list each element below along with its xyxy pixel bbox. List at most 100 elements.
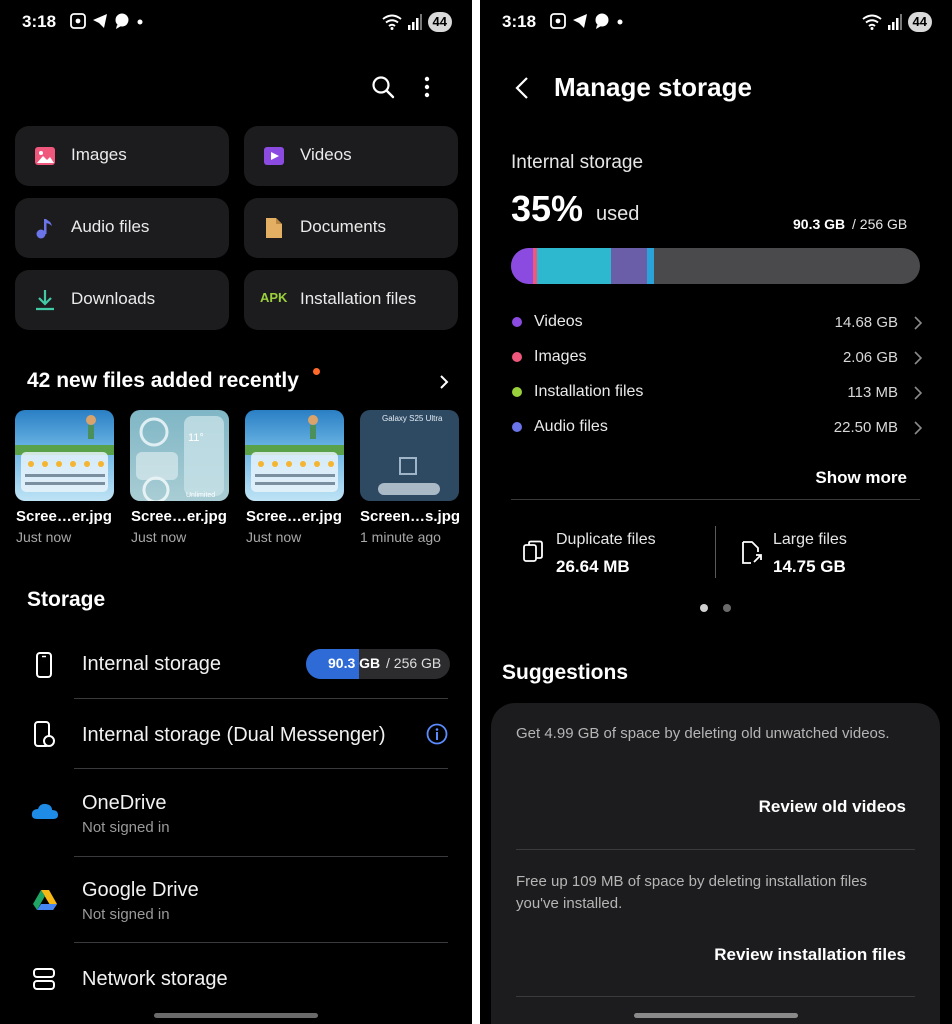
duplicate-files-card[interactable]: Duplicate files 26.64 MB <box>510 520 710 584</box>
chat-bubble-icon <box>595 13 609 29</box>
info-icon[interactable] <box>426 723 448 745</box>
chevron-right-icon[interactable] <box>438 374 450 390</box>
category-label: Downloads <box>71 289 156 308</box>
phone-setup-screenshot-preview <box>378 457 440 495</box>
divider <box>511 499 920 500</box>
image-icon <box>35 147 55 165</box>
breakdown-label: Images <box>534 348 587 365</box>
dual-messenger-phone-icon <box>34 721 55 747</box>
onedrive-row[interactable]: OneDrive Not signed in <box>0 770 472 856</box>
weather-screenshot-preview <box>245 415 344 492</box>
page-indicator-dot-active[interactable] <box>700 604 708 612</box>
usage-used-amount: 90.3 GB <box>793 216 846 232</box>
duplicate-files-label: Duplicate files <box>556 531 656 548</box>
breakdown-row-images[interactable]: Images 2.06 GB <box>480 343 952 373</box>
widgets-screenshot-preview <box>136 416 224 501</box>
breakdown-size: 14.68 GB <box>834 314 898 331</box>
card-separator <box>715 526 716 578</box>
recent-file-name: Scree…er.jpg <box>16 508 112 525</box>
recent-file-time: 1 minute ago <box>360 529 441 545</box>
home-indicator[interactable] <box>154 1013 318 1018</box>
recent-file-name: Scree…er.jpg <box>131 508 227 525</box>
apk-icon: APK <box>260 290 288 305</box>
preview-phone-title: Galaxy S25 Ultra <box>382 414 443 423</box>
category-documents-tile[interactable]: Documents <box>244 198 458 258</box>
weather-screenshot-preview <box>15 415 114 492</box>
divider <box>516 849 915 850</box>
storage-used-value: 90.3 GB <box>328 655 381 671</box>
videos-color-dot <box>512 317 522 327</box>
music-note-icon <box>36 219 52 239</box>
category-downloads-tile[interactable]: Downloads <box>15 270 229 330</box>
large-files-label: Large files <box>773 531 847 548</box>
large-files-icon <box>742 541 762 564</box>
divider <box>74 856 448 857</box>
divider <box>74 768 448 769</box>
suggestions-card: Get 4.99 GB of space by deleting old unw… <box>491 703 940 1024</box>
duplicate-files-icon <box>523 540 543 562</box>
manage-storage-screen: 3:18 44 Manage storage Internal storage … <box>480 0 952 1024</box>
network-storage-row[interactable]: Network storage <box>0 944 472 1010</box>
large-files-card[interactable]: Large files 14.75 GB <box>730 520 930 584</box>
category-videos-tile[interactable]: Videos <box>244 126 458 186</box>
breakdown-size: 22.50 MB <box>833 419 898 436</box>
recent-file-thumbnail[interactable] <box>15 410 114 501</box>
recent-file-thumbnail[interactable]: 11° Unlimited <box>130 410 229 501</box>
videos-segment <box>511 248 533 284</box>
network-storage-icon <box>33 968 55 990</box>
screenshot-icon <box>550 13 566 29</box>
recent-files-title[interactable]: 42 new files added recently <box>27 369 299 393</box>
dot-icon <box>617 19 623 25</box>
phone-icon <box>36 652 52 678</box>
breakdown-row-audio[interactable]: Audio files 22.50 MB <box>480 413 952 443</box>
divider <box>74 698 448 699</box>
network-storage-title: Network storage <box>82 968 228 990</box>
screenshot-icon <box>70 13 86 29</box>
telegram-icon <box>93 14 107 28</box>
category-label: Images <box>71 145 127 164</box>
signal-icon <box>887 14 902 30</box>
notification-icons <box>550 13 624 29</box>
usage-segments <box>511 248 654 284</box>
divider <box>74 942 448 943</box>
recent-file-thumbnail[interactable]: Galaxy S25 Ultra <box>360 410 459 501</box>
google-drive-icon <box>33 890 57 910</box>
google-drive-title: Google Drive <box>82 879 199 901</box>
category-audio-tile[interactable]: Audio files <box>15 198 229 258</box>
internal-storage-heading: Internal storage <box>511 152 644 173</box>
page-title: Manage storage <box>554 72 752 102</box>
recent-file-time: Just now <box>246 529 302 545</box>
duplicate-files-size: 26.64 MB <box>556 557 630 576</box>
usage-percent: 35% <box>511 188 584 229</box>
breakdown-row-installation[interactable]: Installation files 113 MB <box>480 378 952 408</box>
internal-storage-row[interactable]: Internal storage 90.3 GB / 256 GB <box>0 630 472 698</box>
review-old-videos-button[interactable]: Review old videos <box>759 797 906 817</box>
system-icons: 44 <box>381 12 452 32</box>
storage-section-title: Storage <box>27 588 106 611</box>
google-drive-row[interactable]: Google Drive Not signed in <box>0 858 472 944</box>
chat-bubble-icon <box>115 13 129 29</box>
breakdown-row-videos[interactable]: Videos 14.68 GB <box>480 308 952 338</box>
chevron-right-icon <box>914 351 922 365</box>
more-options-icon[interactable] <box>422 75 432 99</box>
apps-segment <box>537 248 611 284</box>
category-images-tile[interactable]: Images <box>15 126 229 186</box>
category-label: Installation files <box>300 289 417 308</box>
suggestion-text: Free up 109 MB of space by deleting inst… <box>516 873 868 912</box>
storage-total-value: / 256 GB <box>386 655 442 671</box>
category-label: Videos <box>300 145 352 164</box>
review-installation-files-button[interactable]: Review installation files <box>714 945 906 965</box>
back-arrow-icon[interactable] <box>514 76 530 100</box>
recent-file-thumbnail[interactable] <box>245 410 344 501</box>
chevron-right-icon <box>914 316 922 330</box>
show-more-button[interactable]: Show more <box>815 468 907 488</box>
video-icon <box>264 147 284 165</box>
storage-usage-pill: 90.3 GB / 256 GB <box>306 649 450 679</box>
category-installation-tile[interactable]: APK Installation files <box>244 270 458 330</box>
home-indicator[interactable] <box>634 1013 798 1018</box>
search-icon[interactable] <box>371 75 395 99</box>
dual-messenger-storage-row[interactable]: Internal storage (Dual Messenger) <box>0 700 472 768</box>
other-segment <box>647 248 654 284</box>
page-indicator-dot[interactable] <box>723 604 731 612</box>
wifi-icon <box>861 14 882 30</box>
